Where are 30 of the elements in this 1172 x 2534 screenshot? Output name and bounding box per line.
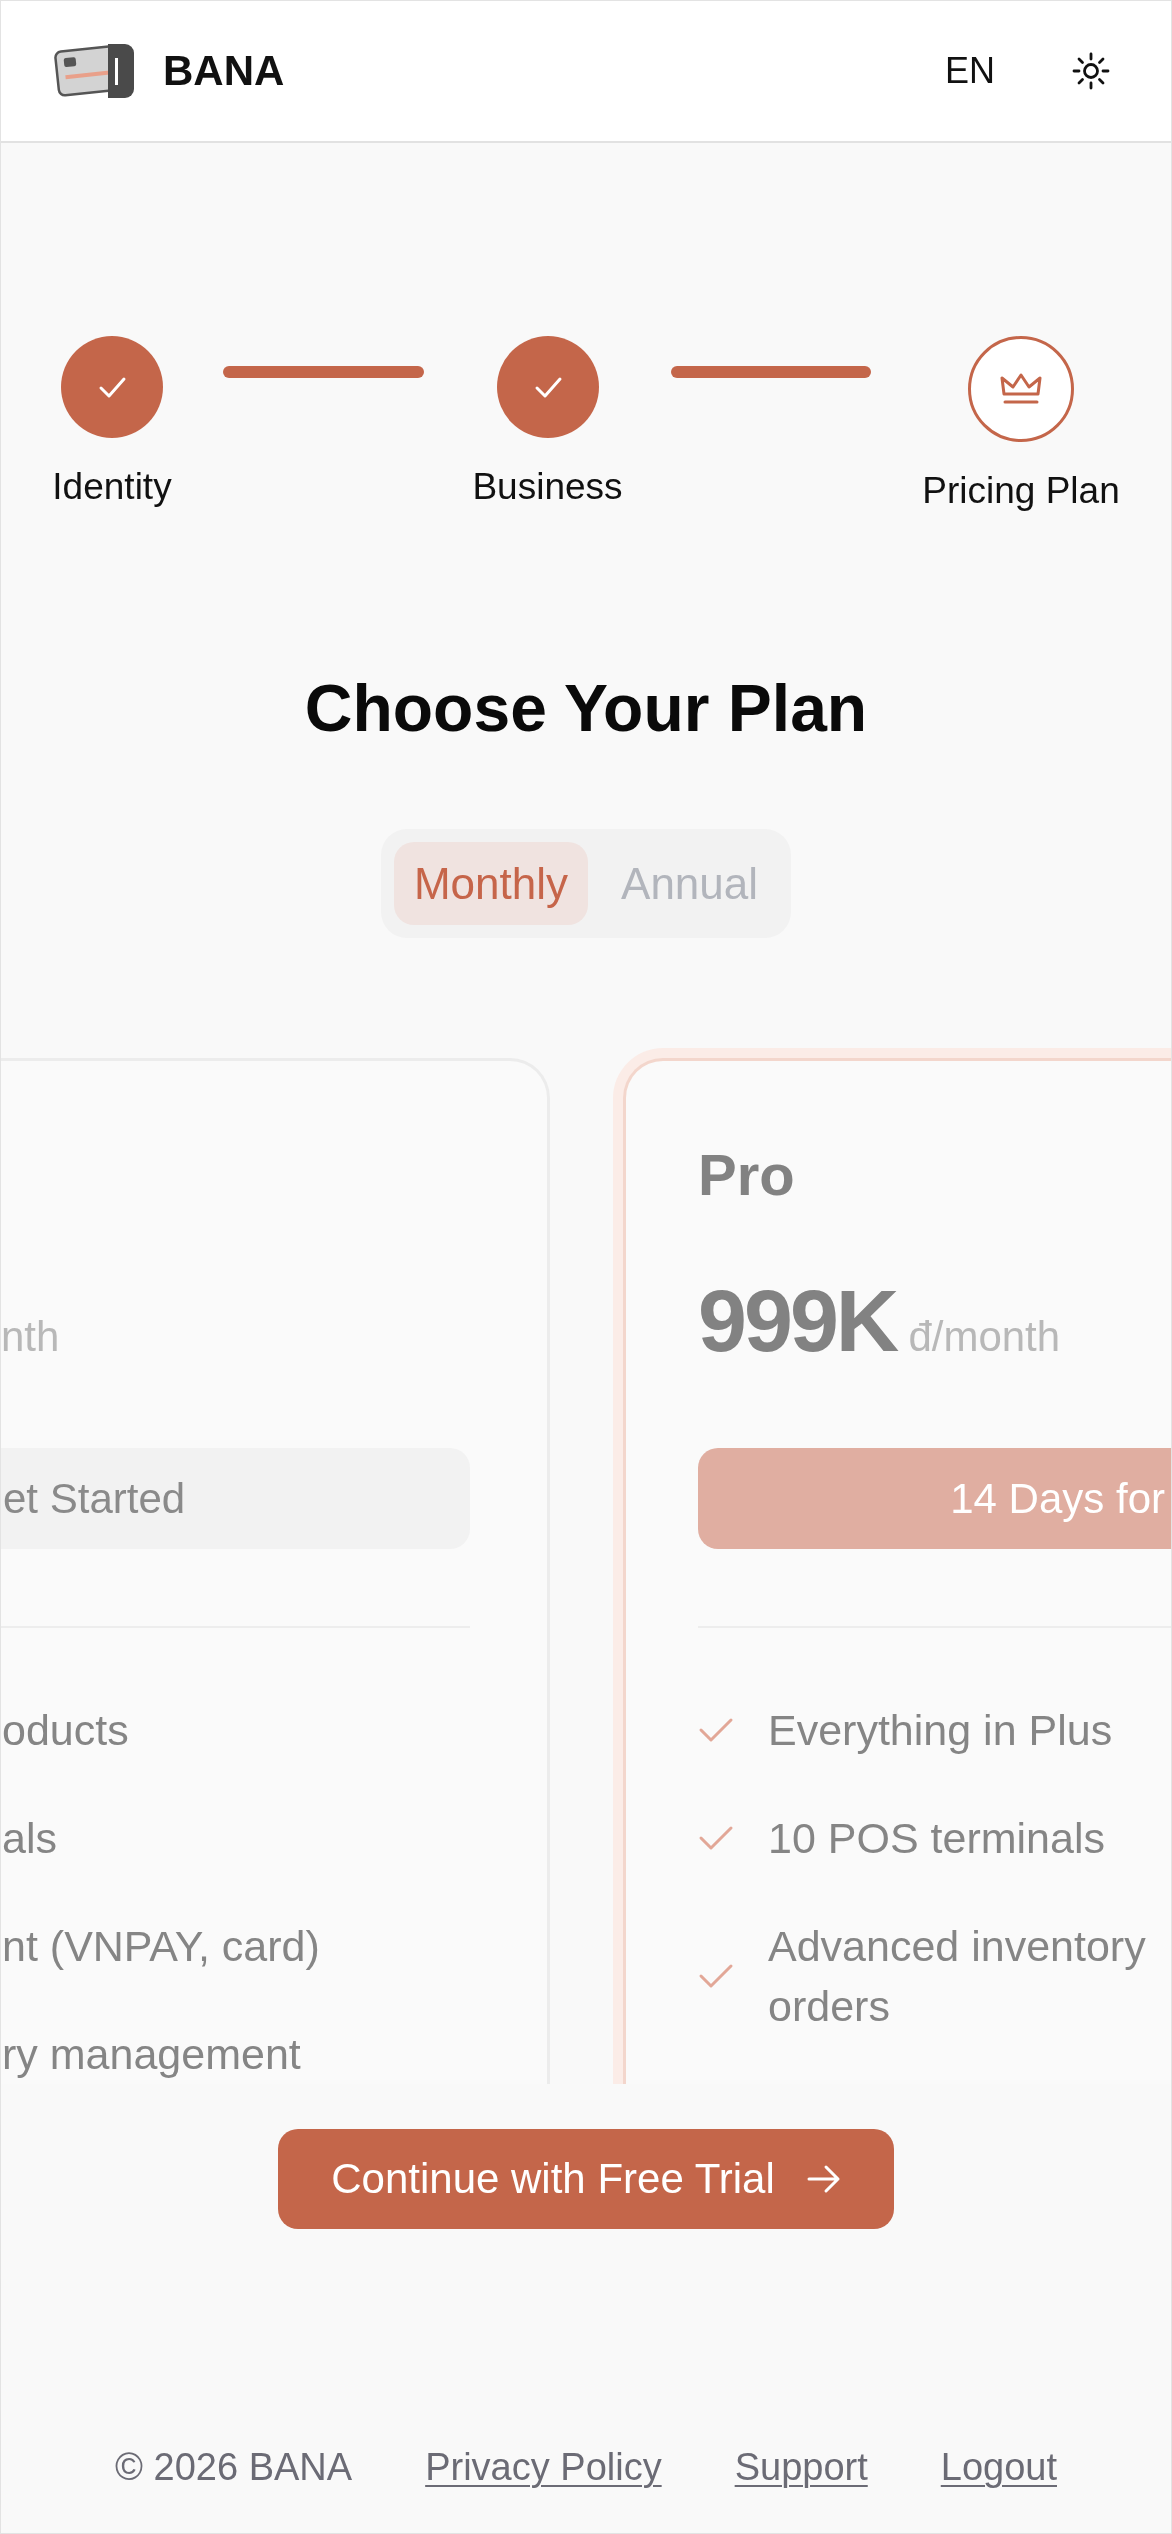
check-icon bbox=[698, 1716, 734, 1744]
price-period: nth bbox=[1, 1313, 60, 1360]
feature-text: Everything in Plus bbox=[768, 1705, 1113, 1756]
plan-price: 999K bbox=[698, 1271, 897, 1370]
feature-text: als bbox=[1, 1813, 57, 1864]
sun-icon[interactable] bbox=[1071, 51, 1111, 91]
footer-link[interactable]: Privacy Policy bbox=[425, 2444, 662, 2490]
card-logo-icon bbox=[54, 43, 134, 99]
feature-text: Advanced inventory orders bbox=[768, 1921, 1147, 2032]
footer-link[interactable]: Logout bbox=[940, 2444, 1057, 2490]
footer-link[interactable]: Support bbox=[734, 2444, 868, 2490]
check-icon bbox=[698, 1962, 734, 1990]
language-button[interactable]: EN bbox=[945, 50, 995, 92]
feature-text: oducts bbox=[1, 1705, 129, 1756]
plan-name: Pro bbox=[698, 1141, 796, 1209]
plan-cta-button[interactable]: et Started bbox=[1, 1448, 470, 1549]
continue-button[interactable]: Continue with Free Trial bbox=[278, 2129, 894, 2229]
check-icon bbox=[698, 1824, 734, 1852]
step-label: Business bbox=[472, 465, 623, 509]
step-label: Pricing Plan bbox=[922, 469, 1120, 513]
billing-tab[interactable]: Monthly bbox=[393, 842, 589, 925]
brand-name: BANA bbox=[163, 47, 285, 95]
feature-text: nt (VNPAY, card) bbox=[1, 1921, 320, 1972]
page-title: Choose Your Plan bbox=[303, 670, 869, 747]
feature-text: 10 POS terminals bbox=[768, 1813, 1105, 1864]
feature-text: ry management bbox=[1, 2029, 301, 2080]
price-period: đ/month bbox=[908, 1313, 1061, 1360]
copyright-text: © 2026 BANA bbox=[115, 2445, 353, 2490]
arrow-right-icon bbox=[806, 2164, 841, 2194]
step-label: Identity bbox=[52, 465, 172, 509]
